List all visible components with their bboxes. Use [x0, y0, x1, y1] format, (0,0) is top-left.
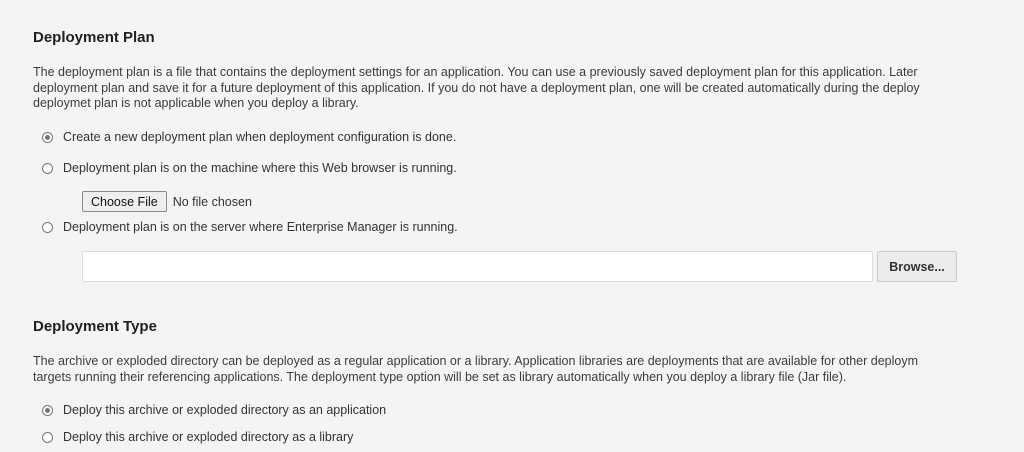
radio-button[interactable]: [42, 221, 53, 233]
radio-create-new-plan[interactable]: Create a new deployment plan when deploy…: [42, 130, 456, 144]
radio-plan-on-browser-machine[interactable]: Deployment plan is on the machine where …: [42, 161, 457, 175]
radio-button[interactable]: [42, 162, 53, 174]
browse-button[interactable]: Browse...: [877, 251, 957, 282]
radio-button-selected[interactable]: [42, 404, 53, 416]
radio-button[interactable]: [42, 431, 53, 443]
deployment-plan-description: The deployment plan is a file that conta…: [33, 65, 1024, 112]
file-picker: Choose File No file chosen: [82, 191, 252, 212]
server-plan-path-input[interactable]: [82, 251, 873, 282]
radio-label: Deploy this archive or exploded director…: [63, 430, 354, 444]
choose-file-button[interactable]: Choose File: [82, 191, 167, 212]
radio-label: Deployment plan is on the machine where …: [63, 161, 457, 175]
deployment-plan-description-line: The deployment plan is a file that conta…: [33, 65, 918, 79]
file-status: No file chosen: [172, 194, 252, 209]
radio-button-selected[interactable]: [42, 131, 53, 143]
deployment-settings-page: Deployment Plan The deployment plan is a…: [0, 0, 1024, 452]
deployment-plan-description-line: deployment plan and save it for a future…: [33, 80, 920, 95]
radio-label: Deployment plan is on the server where E…: [63, 220, 458, 234]
deployment-type-description: The archive or exploded directory can be…: [33, 354, 1024, 385]
deployment-type-description-line: The archive or exploded directory can be…: [33, 354, 918, 368]
radio-label: Deploy this archive or exploded director…: [63, 403, 387, 417]
radio-label: Create a new deployment plan when deploy…: [63, 130, 457, 144]
deployment-plan-title: Deployment Plan: [33, 29, 155, 46]
radio-deploy-as-library[interactable]: Deploy this archive or exploded director…: [42, 430, 353, 444]
deployment-plan-description-line: deploymet plan is not applicable when yo…: [33, 96, 359, 110]
radio-deploy-as-application[interactable]: Deploy this archive or exploded director…: [42, 403, 386, 417]
radio-plan-on-server[interactable]: Deployment plan is on the server where E…: [42, 220, 458, 234]
deployment-type-title: Deployment Type: [33, 318, 157, 335]
deployment-type-description-line: targets running their referencing applic…: [33, 369, 847, 384]
